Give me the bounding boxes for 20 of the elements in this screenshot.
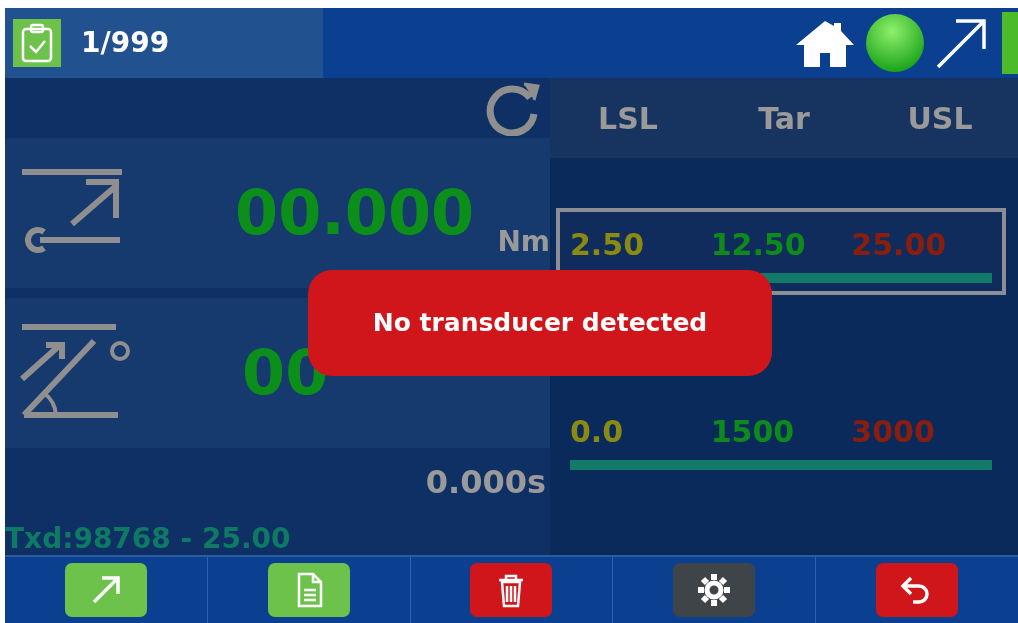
- limit-value: 0.0: [570, 413, 625, 451]
- torque-unit: Nm: [497, 224, 550, 260]
- arrow-button[interactable]: [64, 563, 147, 617]
- column-header: LSL: [597, 99, 659, 138]
- limit-value: 12.50: [710, 226, 807, 264]
- time-text: 0.000s: [425, 463, 546, 501]
- counter-text: 1/999: [81, 25, 170, 61]
- back-button[interactable]: [876, 563, 959, 617]
- column-header: USL: [906, 99, 974, 138]
- settings-button[interactable]: [673, 563, 756, 617]
- limit-value: 2.50: [570, 226, 646, 264]
- clipboard-check-icon[interactable]: [13, 19, 61, 67]
- torque-value: 00.000: [235, 182, 475, 244]
- limit-value: 3000: [851, 413, 936, 451]
- trash-button[interactable]: [470, 563, 553, 617]
- column-header: Tar: [757, 99, 811, 138]
- transducer-text: Txd:98768 - 25.00: [5, 522, 291, 556]
- limit-value: 25.00: [851, 226, 948, 264]
- document-button[interactable]: [267, 563, 350, 617]
- limit-value: 1500: [710, 413, 796, 451]
